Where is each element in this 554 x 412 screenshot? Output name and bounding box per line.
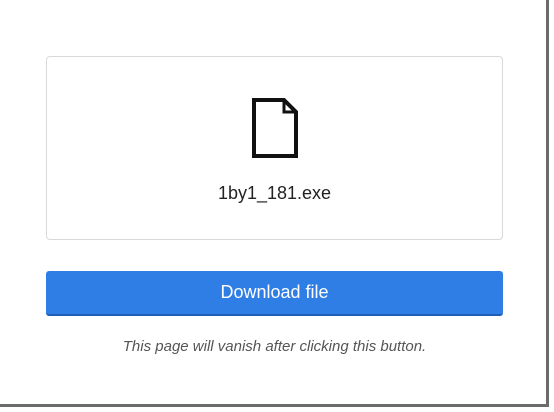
file-card: 1by1_181.exe bbox=[46, 56, 503, 240]
document-icon bbox=[250, 97, 300, 159]
file-name: 1by1_181.exe bbox=[217, 183, 332, 203]
download-page: 1by1_181.exe Download file This page wil… bbox=[0, 0, 549, 407]
vanish-notice: This page will vanish after clicking thi… bbox=[122, 338, 427, 355]
download-file-button[interactable]: Download file bbox=[46, 271, 503, 316]
